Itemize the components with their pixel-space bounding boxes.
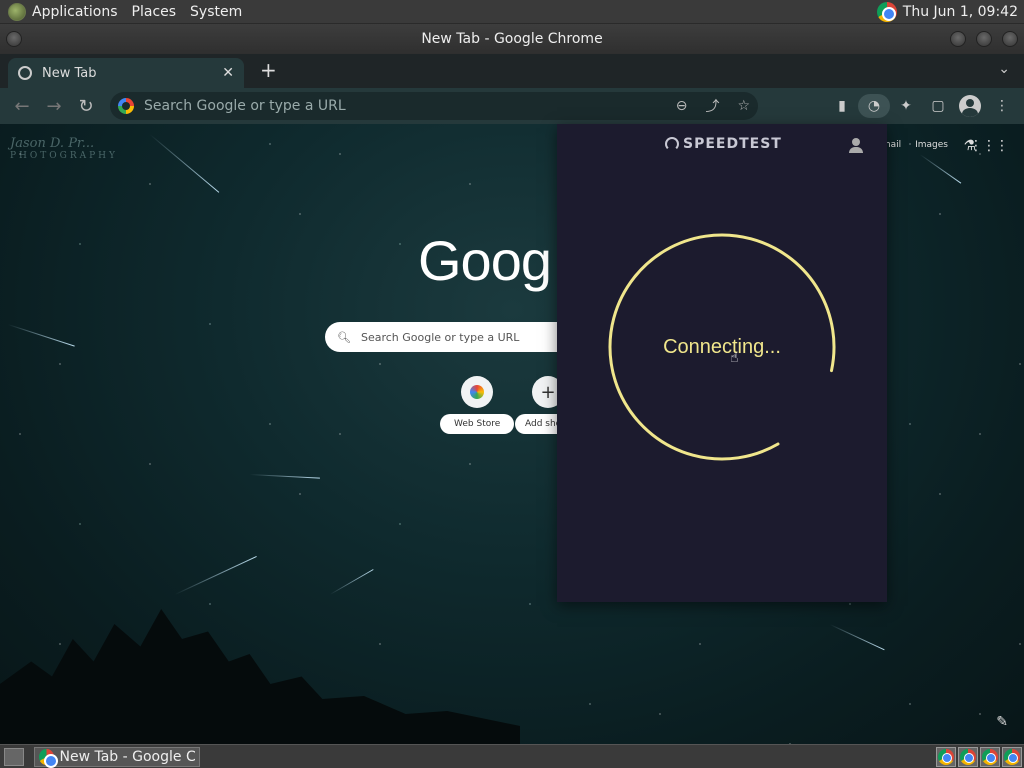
extensions-puzzle-icon[interactable]: ✦ xyxy=(890,94,922,118)
connection-status: Connecting... xyxy=(663,336,781,358)
webstore-icon xyxy=(461,376,494,408)
forward-button[interactable]: → xyxy=(38,96,70,117)
google-logo: Goog xyxy=(418,229,552,292)
chrome-icon xyxy=(938,748,954,765)
speedtest-extension-icon[interactable]: ◔ xyxy=(858,94,890,118)
chrome-favicon-icon xyxy=(18,66,32,80)
bookmark-star-icon[interactable]: ☆ xyxy=(737,98,750,114)
shortcut-web-store[interactable]: Web Store xyxy=(440,376,515,434)
show-desktop-button[interactable] xyxy=(4,747,24,766)
search-icon: 🔍︎ xyxy=(337,330,351,344)
watermark-sub: PHOTOGRAPHY xyxy=(10,151,118,161)
window-titlebar[interactable]: New Tab - Google Chrome xyxy=(0,24,1024,54)
workspace-1[interactable] xyxy=(936,746,956,767)
speedtest-popup: SPEEDTEST Connecting... xyxy=(557,124,887,602)
zoom-icon[interactable]: ⊖ xyxy=(676,98,688,114)
profile-avatar[interactable] xyxy=(954,94,986,118)
ntp-search-box[interactable]: 🔍︎ Search Google or type a URL xyxy=(325,322,565,352)
watermark-name: Jason D. Pr... xyxy=(10,136,95,151)
workspace-4[interactable] xyxy=(1002,746,1022,767)
reload-button[interactable]: ↻ xyxy=(70,96,102,117)
tab-label: New Tab xyxy=(42,65,97,81)
share-icon[interactable]: ⤴ xyxy=(705,96,719,116)
omnibox-placeholder[interactable]: Search Google or type a URL xyxy=(144,98,658,114)
tab-close-icon[interactable]: ✕ xyxy=(222,65,234,81)
chrome-icon xyxy=(960,748,976,765)
ntp-search-placeholder[interactable]: Search Google or type a URL xyxy=(361,331,519,344)
speedtest-brand-text: SPEEDTEST xyxy=(683,136,782,152)
close-window-button[interactable] xyxy=(1002,31,1018,47)
menu-places[interactable]: Places xyxy=(132,4,177,20)
photographer-watermark: Jason D. Pr... PHOTOGRAPHY xyxy=(10,136,118,161)
chrome-menu-icon[interactable]: ⋮ xyxy=(986,94,1018,118)
images-link[interactable]: Images xyxy=(915,140,948,150)
omnibox[interactable]: Search Google or type a URL ⊖ ⤴ ☆ xyxy=(110,92,758,120)
avatar xyxy=(959,95,981,117)
extension-bar: ▮ ◔ ✦ ▢ ⋮ xyxy=(826,94,1018,118)
tab-strip: New Tab ✕ xyxy=(0,54,1024,88)
user-account-icon[interactable] xyxy=(849,138,863,153)
panel-right: Thu Jun 1, 09:42 xyxy=(876,1,1018,22)
bottom-taskbar: New Tab - Google C... xyxy=(0,744,1024,768)
mouse-extension-icon[interactable]: ▮ xyxy=(826,94,858,118)
workspace-3[interactable] xyxy=(980,746,1000,767)
speedtest-brand: SPEEDTEST xyxy=(665,136,782,152)
distro-logo-icon[interactable] xyxy=(8,2,26,21)
google-icon xyxy=(118,98,134,114)
tab-search-chevron-icon[interactable]: ⌄ xyxy=(998,61,1010,77)
google-apps-icon[interactable]: ⋮⋮⋮ xyxy=(969,138,1009,154)
workspace-switcher xyxy=(936,746,1022,767)
mouse-cursor-icon: ☝ xyxy=(730,350,739,366)
task-label: New Tab - Google C... xyxy=(59,748,196,765)
window-menu-button[interactable] xyxy=(6,31,22,47)
minimize-button[interactable] xyxy=(950,31,966,47)
chrome-icon xyxy=(982,748,998,765)
shortcut-label: Web Store xyxy=(440,414,515,434)
maximize-button[interactable] xyxy=(976,31,992,47)
speedtest-gauge-icon xyxy=(665,137,679,151)
back-button[interactable]: ← xyxy=(6,96,38,117)
window-title: New Tab - Google Chrome xyxy=(421,31,603,47)
chrome-launcher-icon[interactable] xyxy=(876,1,897,22)
top-panel: Applications Places System Thu Jun 1, 09… xyxy=(0,0,1024,24)
clock[interactable]: Thu Jun 1, 09:42 xyxy=(903,4,1018,20)
menu-system[interactable]: System xyxy=(190,4,242,20)
chrome-icon xyxy=(1004,748,1020,765)
new-tab-button[interactable]: + xyxy=(260,58,277,82)
side-panel-icon[interactable]: ▢ xyxy=(922,94,954,118)
taskbar-window-chrome[interactable]: New Tab - Google C... xyxy=(34,746,200,768)
customize-pencil-icon[interactable]: ✎ xyxy=(996,714,1008,730)
workspace-2[interactable] xyxy=(958,746,978,767)
tab-new-tab[interactable]: New Tab ✕ xyxy=(8,58,244,88)
menu-applications[interactable]: Applications xyxy=(32,4,118,20)
chrome-icon xyxy=(39,748,58,768)
